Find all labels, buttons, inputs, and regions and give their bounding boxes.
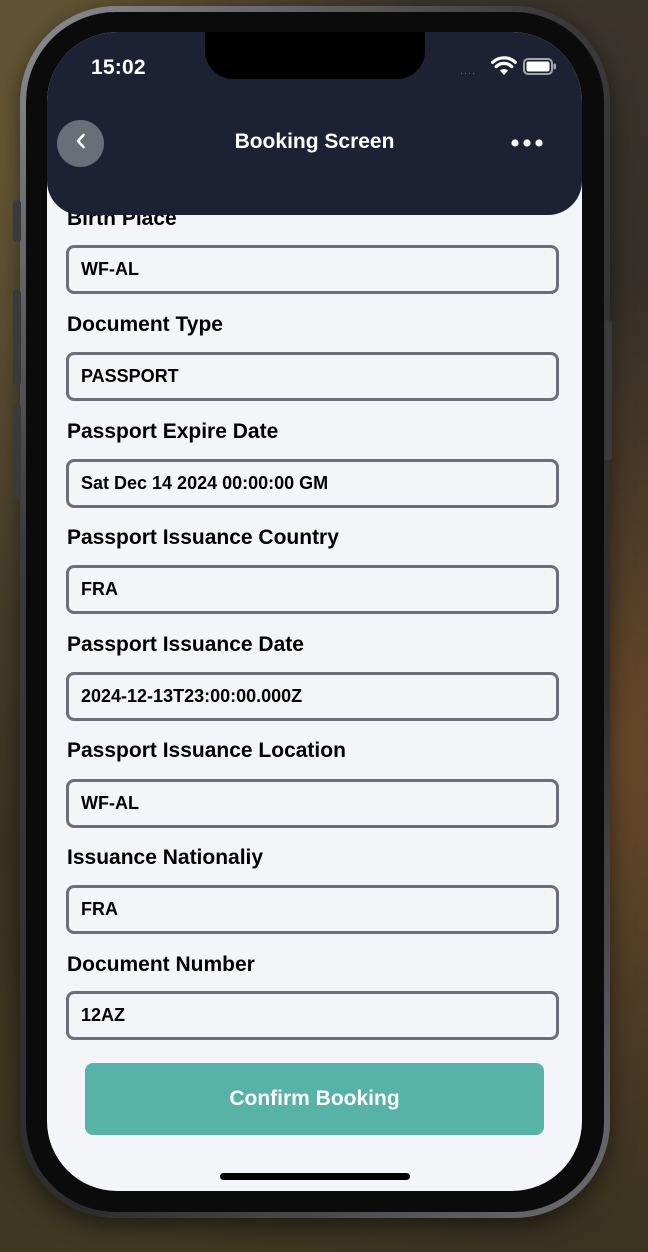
- wifi-icon: [491, 55, 517, 77]
- document-type-label: Document Type: [67, 313, 223, 336]
- passport-issuance-date-label: Passport Issuance Date: [67, 633, 304, 656]
- passport-issuance-location-input[interactable]: [66, 779, 559, 828]
- more-options-button[interactable]: [505, 128, 549, 158]
- status-time: 15:02: [91, 56, 146, 79]
- issuance-nationality-input[interactable]: [66, 885, 559, 934]
- passport-issuance-country-input[interactable]: [66, 565, 559, 614]
- birth-place-input[interactable]: [66, 245, 559, 294]
- app-screen: Birth Place Document Type Passport Expir…: [47, 32, 582, 1191]
- app-header: 15:02 .... Booking Screen: [47, 32, 582, 215]
- passport-issuance-country-label: Passport Issuance Country: [67, 526, 339, 549]
- home-indicator[interactable]: [220, 1173, 410, 1180]
- passport-issuance-location-label: Passport Issuance Location: [67, 739, 346, 762]
- mute-switch: [13, 200, 21, 242]
- document-number-label: Document Number: [67, 953, 255, 976]
- issuance-nationality-label: Issuance Nationaliy: [67, 846, 264, 869]
- document-type-input[interactable]: [66, 352, 559, 401]
- battery-icon: [523, 58, 557, 75]
- page-title: Booking Screen: [234, 130, 395, 153]
- ellipsis-icon: [511, 134, 543, 152]
- passport-expire-date-label: Passport Expire Date: [67, 420, 279, 443]
- passport-issuance-date-input[interactable]: [66, 672, 559, 721]
- volume-up-button: [13, 290, 21, 385]
- passport-expire-date-input[interactable]: [66, 459, 559, 508]
- document-number-input[interactable]: [66, 991, 559, 1040]
- camera-notch: [205, 32, 425, 79]
- volume-down-button: [13, 405, 21, 500]
- confirm-booking-button[interactable]: Confirm Booking: [85, 1063, 544, 1135]
- cellular-signal-icon: ....: [460, 65, 477, 77]
- power-button: [604, 320, 612, 460]
